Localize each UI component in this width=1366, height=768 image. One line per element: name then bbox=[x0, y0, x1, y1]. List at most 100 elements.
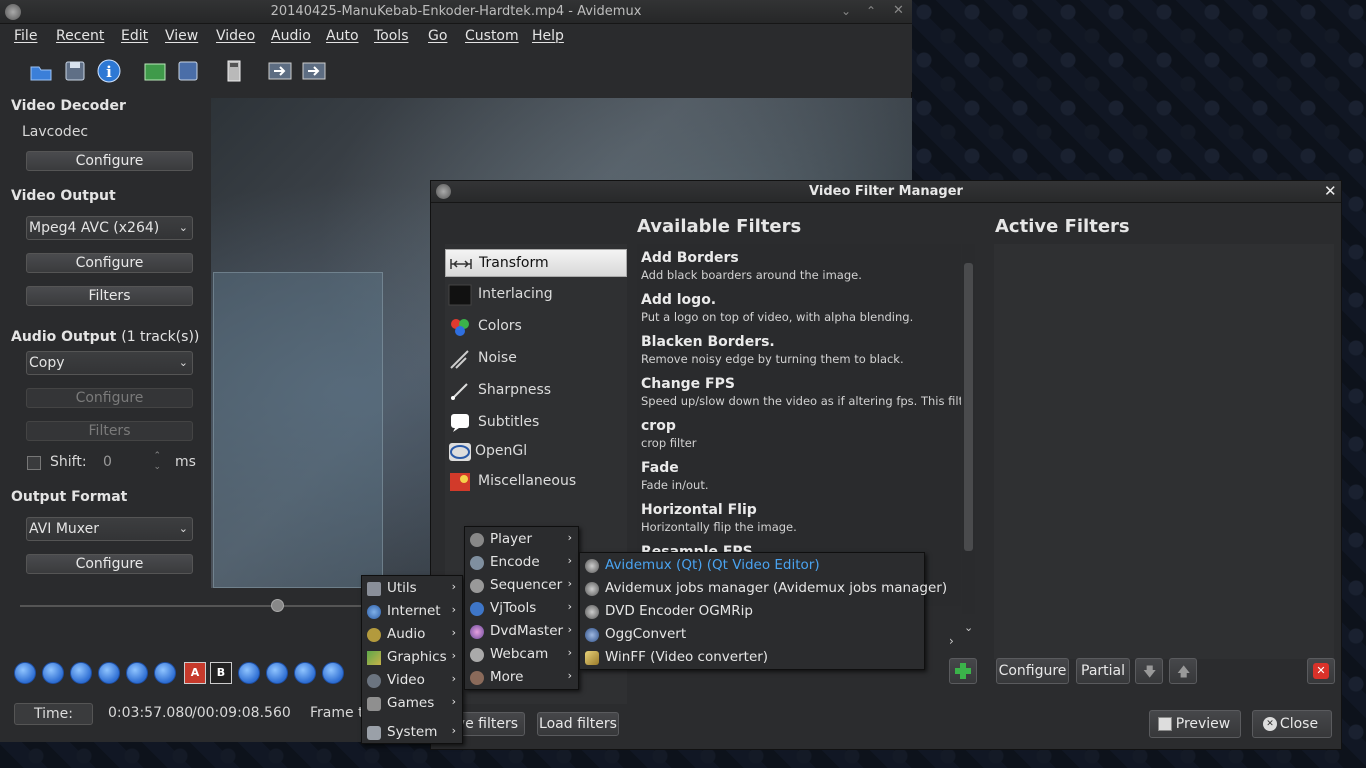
menu-recent[interactable]: Recent bbox=[56, 28, 104, 44]
category-transform[interactable]: Transform bbox=[445, 249, 627, 277]
video-codec-select[interactable]: Mpeg4 AVC (x264) ⌄ bbox=[26, 216, 193, 240]
goto-marker-b-button[interactable] bbox=[266, 662, 288, 684]
partial-button[interactable]: Partial bbox=[1076, 658, 1130, 684]
load-filters-button[interactable]: Load filters bbox=[537, 712, 619, 736]
preview-button[interactable]: Preview bbox=[1149, 710, 1241, 738]
app-menu-graphics[interactable]: Graphics › bbox=[362, 646, 462, 669]
menu-file[interactable]: File bbox=[14, 28, 37, 44]
encode-item-winff[interactable]: WinFF (Video converter) bbox=[580, 646, 924, 669]
previous-keyframe-button[interactable] bbox=[126, 662, 148, 684]
filter-item[interactable]: Horizontal Flip Horizontally flip the ima… bbox=[641, 502, 961, 534]
submenu-player[interactable]: Player › bbox=[465, 528, 578, 551]
menu-custom[interactable]: Custom bbox=[465, 28, 519, 44]
menu-help[interactable]: Help bbox=[532, 28, 564, 44]
remove-filter-button[interactable]: ✕ bbox=[1307, 658, 1335, 684]
close-window-icon[interactable]: ✕ bbox=[893, 3, 904, 18]
open-folder-icon[interactable] bbox=[142, 58, 168, 84]
previous-frame-button[interactable] bbox=[70, 662, 92, 684]
submenu-webcam[interactable]: Webcam › bbox=[465, 643, 578, 666]
last-frame-icon[interactable] bbox=[301, 58, 327, 84]
marker-a-button[interactable]: A bbox=[184, 662, 206, 684]
menu-tools[interactable]: Tools bbox=[374, 28, 409, 44]
category-interlacing[interactable]: Interlacing bbox=[445, 281, 627, 309]
move-up-button[interactable]: 🡅 bbox=[1169, 658, 1197, 684]
add-filter-button[interactable] bbox=[949, 658, 977, 684]
next-frame-button[interactable] bbox=[98, 662, 120, 684]
close-dialog-icon[interactable]: ✕ bbox=[1324, 182, 1337, 200]
muxer-select[interactable]: AVI Muxer ⌄ bbox=[26, 517, 193, 541]
maximize-icon[interactable]: ⌃ bbox=[866, 4, 876, 18]
decoder-configure-button[interactable]: Configure bbox=[26, 151, 193, 171]
app-menu-games[interactable]: Games › bbox=[362, 692, 462, 715]
category-label: OpenGl bbox=[475, 443, 528, 459]
close-button[interactable]: ✕ Close bbox=[1252, 710, 1332, 738]
save-icon[interactable] bbox=[62, 58, 88, 84]
next-keyframe-button[interactable] bbox=[154, 662, 176, 684]
app-menu-audio[interactable]: Audio › bbox=[362, 623, 462, 646]
audio-filters-button[interactable]: Filters bbox=[26, 421, 193, 441]
save-video-icon[interactable] bbox=[175, 58, 201, 84]
filter-item[interactable]: Add Borders Add black boarders around the… bbox=[641, 250, 961, 282]
calculator-icon[interactable] bbox=[221, 58, 247, 84]
video-configure-button[interactable]: Configure bbox=[26, 253, 193, 273]
open-icon[interactable] bbox=[28, 58, 54, 84]
category-subtitles[interactable]: Subtitles bbox=[445, 409, 627, 437]
encode-item-avidemux-jobs[interactable]: Avidemux jobs manager (Avidemux jobs man… bbox=[580, 577, 947, 600]
submenu-encode[interactable]: Encode › bbox=[465, 551, 578, 574]
menu-item-label: Webcam bbox=[490, 646, 549, 662]
menu-view[interactable]: View bbox=[165, 28, 198, 44]
scroll-right-icon[interactable]: › bbox=[949, 634, 954, 648]
play-button[interactable] bbox=[14, 662, 36, 684]
current-time[interactable]: 0:03:57.080 bbox=[108, 705, 193, 721]
active-filter-list[interactable] bbox=[994, 244, 1334, 659]
muxer-configure-button[interactable]: Configure bbox=[26, 554, 193, 574]
app-menu-video[interactable]: Video › bbox=[362, 669, 462, 692]
menu-go[interactable]: Go bbox=[428, 28, 447, 44]
category-noise[interactable]: Noise bbox=[445, 345, 627, 373]
category-colors[interactable]: Colors bbox=[445, 313, 627, 341]
shift-checkbox[interactable] bbox=[27, 456, 41, 470]
category-sharpness[interactable]: Sharpness bbox=[445, 377, 627, 405]
scroll-down-icon[interactable]: ⌄ bbox=[964, 621, 973, 634]
category-miscellaneous[interactable]: Miscellaneous bbox=[445, 468, 627, 496]
dialog-title-bar[interactable]: Video Filter Manager ✕ bbox=[431, 181, 1341, 203]
filter-item[interactable]: Blacken Borders. Remove noisy edge by tur… bbox=[641, 334, 961, 366]
filter-item[interactable]: Fade Fade in/out. bbox=[641, 460, 961, 492]
stop-button[interactable] bbox=[42, 662, 64, 684]
chevron-down-icon: ⌄ bbox=[178, 522, 188, 535]
last-frame-button[interactable] bbox=[322, 662, 344, 684]
audio-configure-button[interactable]: Configure bbox=[26, 388, 193, 408]
goto-marker-a-button[interactable] bbox=[238, 662, 260, 684]
seek-handle[interactable] bbox=[271, 599, 284, 612]
submenu-more[interactable]: More › bbox=[465, 666, 578, 689]
filter-item[interactable]: Change FPS Speed up/slow down the video a… bbox=[641, 376, 961, 408]
app-menu-utils[interactable]: Utils › bbox=[362, 577, 462, 600]
menu-audio[interactable]: Audio bbox=[271, 28, 311, 44]
filter-item[interactable]: Add logo. Put a logo on top of video, wit… bbox=[641, 292, 961, 324]
app-menu-system[interactable]: System › bbox=[362, 721, 462, 744]
title-bar[interactable]: 20140425-ManuKebab-Enkoder-Hardtek.mp4 -… bbox=[0, 0, 912, 24]
menu-video[interactable]: Video bbox=[216, 28, 255, 44]
video-filters-button[interactable]: Filters bbox=[26, 286, 193, 306]
menu-edit[interactable]: Edit bbox=[121, 28, 148, 44]
encode-item-oggconvert[interactable]: OggConvert bbox=[580, 623, 924, 646]
filter-item[interactable]: crop crop filter bbox=[641, 418, 961, 450]
encode-item-avidemux-qt[interactable]: Avidemux (Qt) (Qt Video Editor) bbox=[580, 554, 924, 577]
configure-filter-button[interactable]: Configure bbox=[996, 658, 1069, 684]
encode-item-ogmrip[interactable]: DVD Encoder OGMRip bbox=[580, 600, 924, 623]
category-opengl[interactable]: OpenGl bbox=[445, 438, 627, 466]
submenu-dvdmaster[interactable]: DvdMaster › bbox=[465, 620, 578, 643]
minimize-icon[interactable]: ⌄ bbox=[841, 4, 851, 18]
shift-spinbox[interactable]: 0 ⌃ ⌄ bbox=[95, 451, 165, 475]
audio-codec-select[interactable]: Copy ⌄ bbox=[26, 351, 193, 375]
submenu-vjtools[interactable]: VjTools › bbox=[465, 597, 578, 620]
marker-b-button[interactable]: B bbox=[210, 662, 232, 684]
app-menu-internet[interactable]: Internet › bbox=[362, 600, 462, 623]
menu-auto[interactable]: Auto bbox=[326, 28, 359, 44]
submenu-sequencer[interactable]: Sequencer › bbox=[465, 574, 578, 597]
first-frame-button[interactable] bbox=[294, 662, 316, 684]
scrollbar-thumb[interactable] bbox=[964, 263, 973, 551]
info-icon[interactable]: i bbox=[96, 58, 122, 84]
move-down-button[interactable]: 🡇 bbox=[1135, 658, 1163, 684]
first-frame-icon[interactable] bbox=[267, 58, 293, 84]
